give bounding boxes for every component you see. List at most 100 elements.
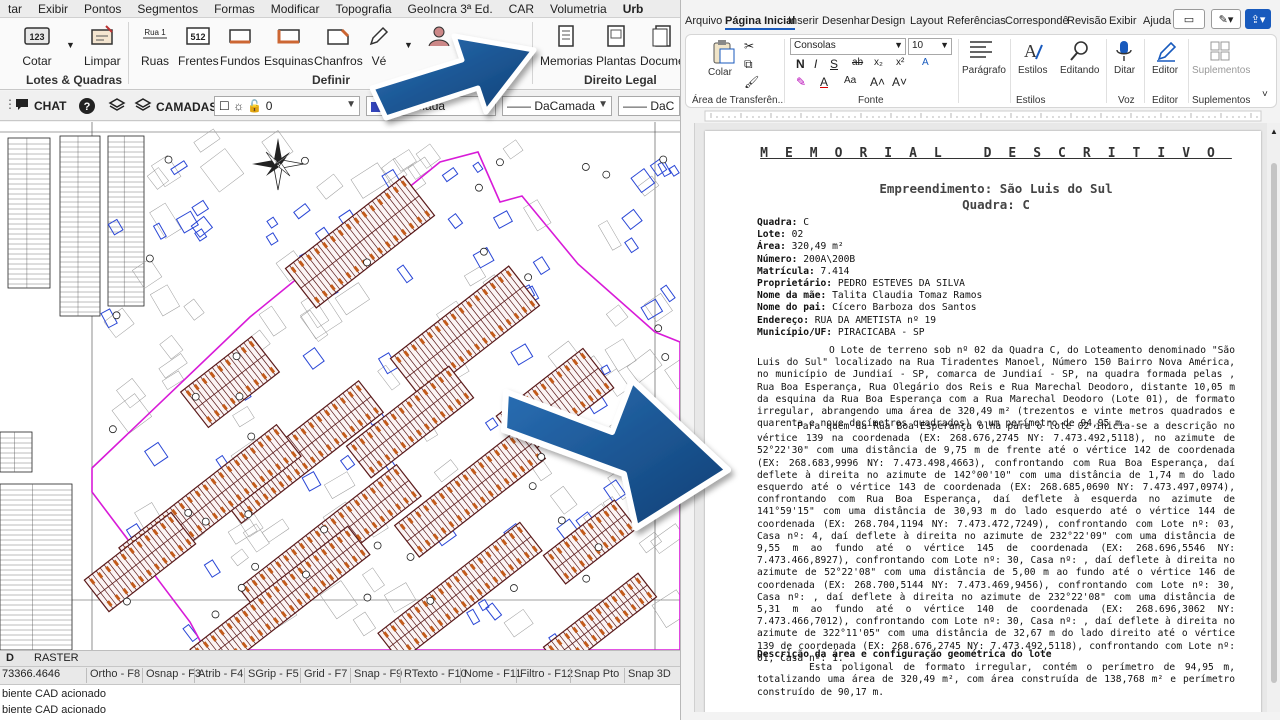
menu-item-car[interactable]: CAR [501,0,542,17]
tab-exibir[interactable]: Exibir [1109,15,1137,27]
subscript-icon[interactable]: x₂ [874,57,883,68]
document-page[interactable]: MEMORIAL DESCRITIVO Empreendimento: São … [705,131,1261,712]
ruas-button[interactable]: Rua 1 Ruas [140,22,170,68]
cotar-dropdown-icon[interactable]: ▼ [66,40,75,50]
vertical-scrollbar[interactable]: ▲ [1267,123,1280,712]
background-parcel [598,220,622,251]
scroll-up-icon[interactable]: ▲ [1270,127,1278,136]
tab-ajuda[interactable]: Ajuda [1143,15,1171,27]
tab-pagina-inicial[interactable]: Página Inicial [725,15,796,30]
menu-item-file[interactable]: tar [0,0,30,17]
menu-item-exibir[interactable]: Exibir [30,0,76,17]
toggle-snap-3d[interactable]: Snap 3D [624,668,674,683]
toggle-snap[interactable]: Snap - F9 [350,668,405,683]
chanfros-button[interactable]: Chanfros [314,22,363,68]
tab-inserir[interactable]: Inserir [788,15,819,27]
grow-font-icon[interactable]: A˄ [870,75,885,89]
user-button[interactable] [424,22,454,50]
menu-item-topografia[interactable]: Topografia [327,0,399,17]
underline-icon[interactable]: S [830,57,838,71]
scroll-thumb[interactable] [1271,163,1277,683]
limpar-button[interactable]: Limpar [84,22,121,68]
text-effects-icon[interactable]: A [922,57,929,68]
horizontal-ruler [681,109,1280,123]
tab-arquivo[interactable]: Arquivo [685,15,722,27]
limpar-label: Limpar [84,54,121,68]
menu-item-pontos[interactable]: Pontos [76,0,129,17]
vertices-button[interactable]: Vé [364,22,394,68]
layers-stack-button[interactable] [108,97,126,116]
toggle-atrib[interactable]: Atrib - F4 [194,668,246,683]
menu-item-urbano[interactable]: Urb [615,0,652,17]
styles-button[interactable]: Estilos [1018,65,1047,76]
menu-item-modificar[interactable]: Modificar [263,0,328,17]
vertices-dropdown-icon[interactable]: ▼ [404,40,413,50]
cotar-button[interactable]: 123 Cotar [22,22,52,68]
toggle-filtro[interactable]: Filtro - F12 [516,668,576,683]
lineweight-select[interactable]: —— DaC [618,96,680,116]
background-parcel [638,531,662,554]
background-parcel [200,148,245,193]
cut-icon[interactable]: ✂ [744,39,754,53]
tab-raster[interactable]: RASTER [28,652,85,664]
tab-design[interactable]: Design [871,15,905,27]
format-painter-icon[interactable]: 🖌 [744,75,759,89]
chat-button[interactable]: CHAT [14,97,66,114]
italic-icon[interactable]: I [814,57,817,71]
superscript-icon[interactable]: x² [896,57,904,68]
paste-icon [708,39,736,68]
toggle-grid[interactable]: Grid - F7 [300,668,350,683]
tab-correspondencias[interactable]: Correspondê [1005,15,1069,27]
tab-revisao[interactable]: Revisão [1067,15,1107,27]
menu-item-geoincra[interactable]: GeoIncra 3ª Ed. [400,0,501,17]
toggle-snap-pto[interactable]: Snap Pto [570,668,622,683]
menu-item-segmentos[interactable]: Segmentos [129,0,206,17]
comments-button[interactable]: ▭ [1173,9,1205,29]
collapse-ribbon-icon[interactable]: ˅ [1262,89,1268,100]
tab-layout[interactable]: Layout [910,15,943,27]
tab-model[interactable]: D [0,652,20,664]
dictate-button[interactable]: Ditar [1114,65,1135,76]
toggle-sgrip[interactable]: SGrip - F5 [244,668,302,683]
frentes-button[interactable]: 512 Frentes [178,22,219,68]
tab-desenhar[interactable]: Desenhar [822,15,870,27]
highlight-icon[interactable]: ✎ [796,75,806,89]
chamfer-icon [323,22,353,50]
memorias-button[interactable]: Memorias [540,22,593,68]
paragraph-button[interactable]: Parágrafo [962,65,1006,76]
change-case-icon[interactable]: Aa [844,75,856,86]
font-size-select[interactable]: 10 ▼ [908,38,952,55]
editing-button[interactable]: Editando [1060,65,1099,76]
camadas-button[interactable]: CAMADAS [134,97,217,116]
toggle-ortho[interactable]: Ortho - F8 [86,668,143,683]
copy-icon[interactable]: ⧉ [744,57,753,72]
strikethrough-icon[interactable]: ab [852,57,863,68]
share-button[interactable]: ⇪▾ [1245,9,1271,29]
tab-referencias[interactable]: Referências [947,15,1006,27]
menu-item-formas[interactable]: Formas [206,0,263,17]
lot-block [542,572,658,650]
font-color-icon[interactable]: A [820,75,828,89]
help-button[interactable]: ? [78,97,96,118]
toggle-nome[interactable]: Nome - F11 [460,668,524,683]
cad-drawing-canvas[interactable] [0,122,680,650]
editor-button[interactable]: Editor [1152,65,1178,76]
font-name-select[interactable]: Consolas ▼ [790,38,906,55]
fundos-button[interactable]: Fundos [220,22,260,68]
menu-item-volumetria[interactable]: Volumetria [542,0,615,17]
ribbon-separator [1188,39,1189,103]
cad-command-history[interactable]: biente CAD acionado biente CAD acionado [0,684,680,720]
paste-button[interactable]: Colar [708,67,732,78]
building-footprint [472,161,484,174]
bold-icon[interactable]: N [796,57,805,71]
shrink-font-icon[interactable]: A˅ [892,75,907,89]
plantas-button[interactable]: Plantas [596,22,636,68]
documentos-button[interactable]: Docume [640,22,680,68]
frentes-label: Frentes [178,54,219,68]
addins-button[interactable]: Suplementos [1192,65,1250,76]
color-select[interactable]: DaCamada ▼ [366,96,496,116]
editing-mode-button[interactable]: ✎▾ [1211,9,1241,29]
layer-select[interactable]: ☐ ☼ 🔓 0 ▼ [214,96,360,116]
esquinas-button[interactable]: Esquinas [264,22,313,68]
linetype-select[interactable]: —— DaCamada ▼ [502,96,612,116]
